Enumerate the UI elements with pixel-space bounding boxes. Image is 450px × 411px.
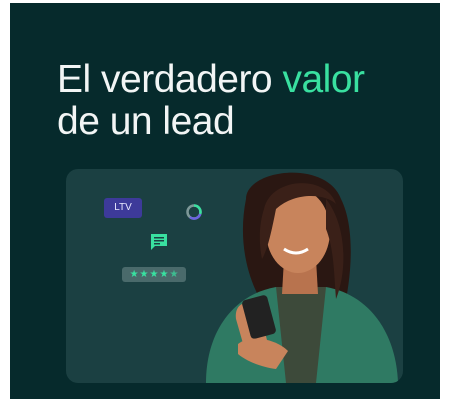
star-icon: ★	[149, 268, 159, 280]
ltv-badge: LTV	[104, 198, 142, 218]
woman-with-phone-illustration	[206, 172, 398, 383]
headline: El verdadero valor de un lead	[57, 59, 365, 143]
star-icon: ★	[139, 268, 149, 280]
headline-line2: de un lead	[57, 100, 235, 143]
star-icon: ★	[159, 268, 169, 280]
chat-icon	[151, 234, 167, 250]
headline-accent-word: valor	[282, 58, 365, 101]
headline-line1-prefix: El verdadero	[57, 58, 283, 101]
photo-card: LTV ★ ★ ★ ★ ★	[66, 169, 403, 383]
star-icon: ★	[129, 268, 139, 280]
banner: El verdadero valor de un lead LTV ★ ★ ★ …	[10, 3, 440, 399]
